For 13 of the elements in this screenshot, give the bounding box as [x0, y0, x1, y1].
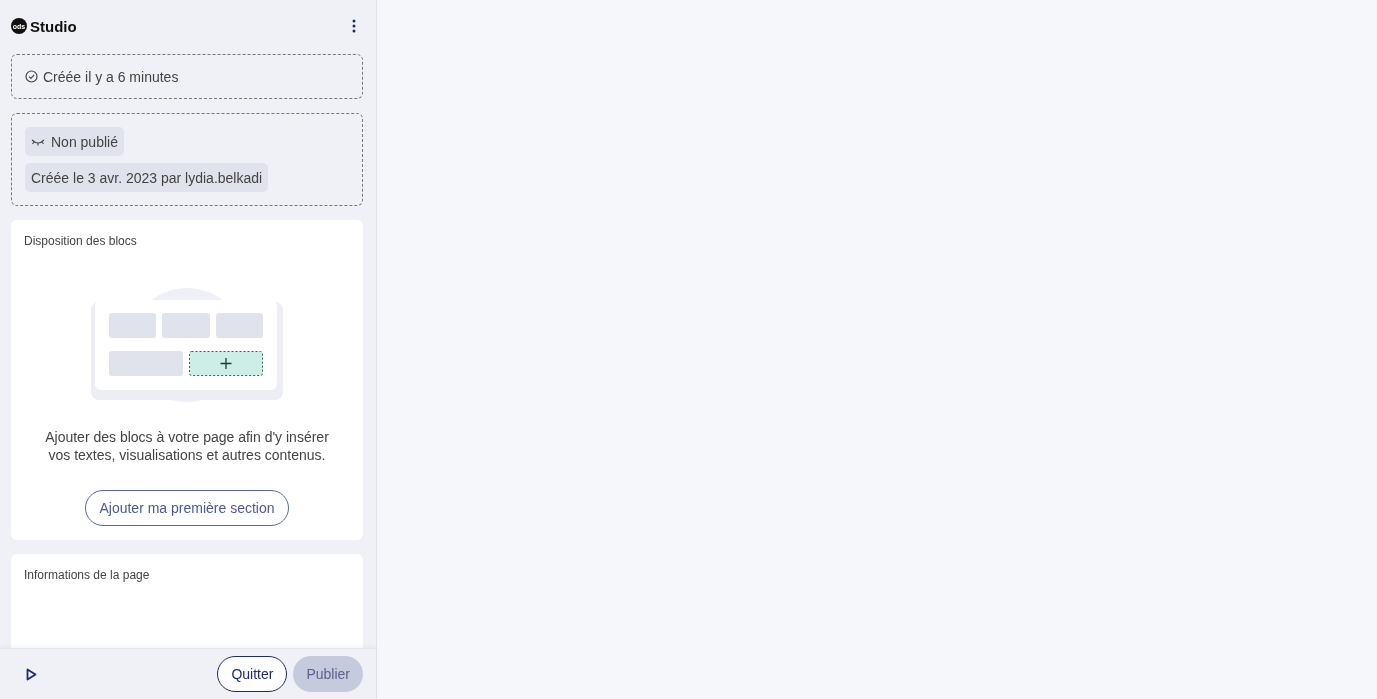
section-title: Disposition des blocs: [24, 234, 137, 248]
quit-button[interactable]: Quitter: [217, 656, 288, 692]
closed-eye-icon: [31, 137, 45, 146]
publication-badge: Non publié: [25, 127, 124, 156]
section-title: Informations de la page: [24, 568, 150, 582]
more-menu-icon[interactable]: [350, 17, 358, 35]
created-status: Créée il y a 6 minutes: [43, 68, 179, 85]
app-title: Studio: [30, 17, 77, 35]
play-icon[interactable]: [26, 667, 37, 681]
creation-info-badge: Créée le 3 avr. 2023 par lydia.belkadi: [25, 163, 269, 192]
empty-state-text: Ajouter des blocs à votre page afin d'y insérer vos textes, visualisations et autres contenus.: [44, 428, 330, 464]
add-section-button[interactable]: Ajouter ma première section: [85, 490, 289, 526]
check-circle-icon: [25, 70, 38, 83]
